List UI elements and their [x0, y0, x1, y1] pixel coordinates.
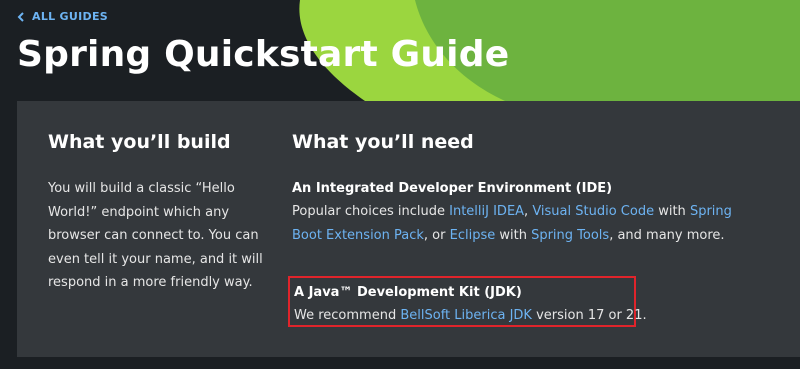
overview-card: What you’ll build You will build a class… — [17, 101, 800, 357]
jdk-text-prefix: We recommend — [294, 308, 401, 323]
intellij-link[interactable]: IntelliJ IDEA — [449, 204, 524, 219]
spring-tools-link[interactable]: Spring Tools — [531, 228, 609, 243]
jdk-requirement-highlight: A Java™ Development Kit (JDK) We recomme… — [288, 276, 647, 328]
jdk-description: We recommend BellSoft Liberica JDK versi… — [294, 304, 647, 328]
build-description: You will build a classic “Hello World!” … — [48, 181, 263, 290]
eclipse-link[interactable]: Eclipse — [450, 228, 496, 243]
ide-text-with: with — [654, 204, 690, 219]
ide-title: An Integrated Developer Environment (IDE… — [292, 181, 613, 196]
ide-text-or: , or — [423, 227, 450, 243]
need-section: What you’ll need An Integrated Developer… — [288, 131, 762, 327]
chevron-left-icon — [17, 11, 24, 22]
page-title: Spring Quickstart Guide — [17, 34, 510, 75]
ide-text-prefix: Popular choices include — [292, 204, 450, 219]
build-heading: What you’ll build — [48, 131, 231, 153]
all-guides-label: ALL GUIDES — [32, 10, 108, 23]
all-guides-link[interactable]: ALL GUIDES — [17, 10, 108, 23]
vscode-link[interactable]: Visual Studio Code — [532, 204, 654, 219]
ide-requirement: An Integrated Developer Environment (IDE… — [292, 177, 762, 247]
ide-text-with-2: with — [495, 227, 532, 243]
jdk-title: A Java™ Development Kit (JDK) — [294, 285, 522, 300]
jdk-text-suffix: version 17 or 21. — [531, 308, 647, 323]
build-section: What you’ll build You will build a class… — [48, 131, 263, 295]
ide-text-suffix: , and many more. — [609, 227, 725, 243]
need-heading: What you’ll need — [292, 131, 474, 153]
liberica-jdk-link[interactable]: BellSoft Liberica JDK — [400, 308, 532, 323]
ide-description: Popular choices include IntelliJ IDEA, V… — [292, 200, 762, 247]
